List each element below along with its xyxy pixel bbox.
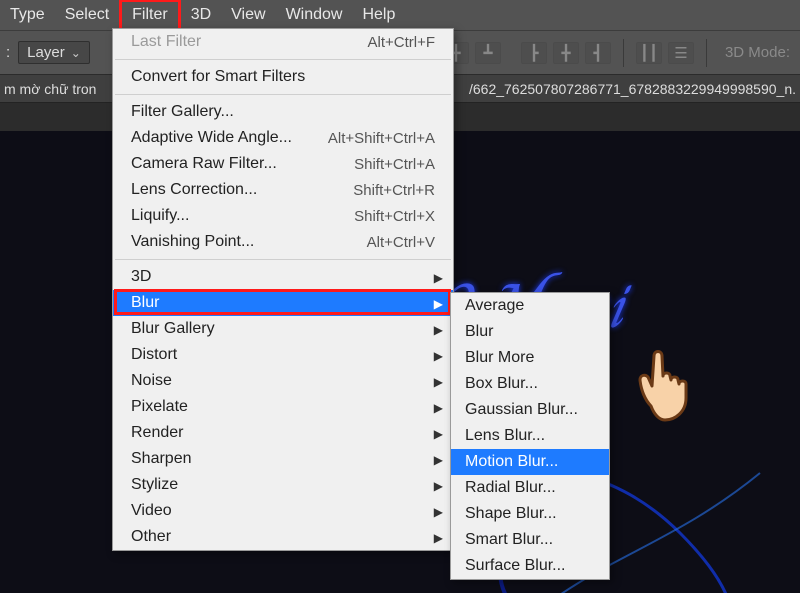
layer-dropdown-label: Layer [27, 44, 65, 61]
menu-distort-sub[interactable]: Distort▶ [113, 342, 453, 368]
menu-last-filter: Last Filter Alt+Ctrl+F [113, 29, 453, 55]
submenu-arrow-icon: ▶ [434, 505, 443, 519]
menu-stylize-sub[interactable]: Stylize▶ [113, 472, 453, 498]
submenu-gaussian-blur[interactable]: Gaussian Blur... [451, 397, 609, 423]
divider [706, 39, 707, 67]
align-bottom-icon[interactable]: ┻ [475, 42, 501, 64]
menu-separator [115, 259, 451, 260]
submenu-arrow-icon: ▶ [434, 427, 443, 441]
menu-filter[interactable]: Filter [119, 0, 181, 31]
menu-pixelate-sub[interactable]: Pixelate▶ [113, 394, 453, 420]
align-left-icon[interactable]: ┣ [521, 42, 547, 64]
menu-noise-sub[interactable]: Noise▶ [113, 368, 453, 394]
submenu-blur[interactable]: Blur [451, 319, 609, 345]
submenu-shape-blur[interactable]: Shape Blur... [451, 501, 609, 527]
submenu-arrow-icon: ▶ [434, 401, 443, 415]
submenu-arrow-icon: ▶ [434, 479, 443, 493]
menu-3d[interactable]: 3D [181, 2, 221, 28]
submenu-radial-blur[interactable]: Radial Blur... [451, 475, 609, 501]
submenu-arrow-icon: ▶ [434, 349, 443, 363]
menu-view[interactable]: View [221, 2, 275, 28]
distribute-h-icon[interactable]: ┃┃ [636, 42, 662, 64]
pointer-hand-icon [615, 332, 715, 432]
menu-separator [115, 59, 451, 60]
align-right-icon[interactable]: ┫ [585, 42, 611, 64]
menu-separator [115, 94, 451, 95]
filter-menu: Last Filter Alt+Ctrl+F Convert for Smart… [112, 28, 454, 551]
menu-convert-smart-filters[interactable]: Convert for Smart Filters [113, 64, 453, 90]
menubar: Type Select Filter 3D View Window Help [0, 0, 800, 30]
submenu-blur-more[interactable]: Blur More [451, 345, 609, 371]
menu-camera-raw-filter[interactable]: Camera Raw Filter... Shift+Ctrl+A [113, 151, 453, 177]
menu-help[interactable]: Help [352, 2, 405, 28]
tab-left-fragment: m mờ chữ tron [4, 81, 96, 97]
menu-video-sub[interactable]: Video▶ [113, 498, 453, 524]
menu-select[interactable]: Select [55, 2, 119, 28]
menu-sharpen-sub[interactable]: Sharpen▶ [113, 446, 453, 472]
menu-type[interactable]: Type [0, 2, 55, 28]
submenu-arrow-icon: ▶ [434, 453, 443, 467]
menu-adaptive-wide-angle[interactable]: Adaptive Wide Angle... Alt+Shift+Ctrl+A [113, 125, 453, 151]
mode-3d-label: 3D Mode: [719, 44, 796, 61]
menu-liquify[interactable]: Liquify... Shift+Ctrl+X [113, 203, 453, 229]
menu-window[interactable]: Window [276, 2, 353, 28]
blur-submenu: Average Blur Blur More Box Blur... Gauss… [450, 292, 610, 580]
menu-render-sub[interactable]: Render▶ [113, 420, 453, 446]
options-prefix: : [6, 44, 10, 61]
menu-other-sub[interactable]: Other▶ [113, 524, 453, 550]
submenu-arrow-icon: ▶ [434, 323, 443, 337]
chevron-down-icon: ⌄ [71, 46, 81, 60]
submenu-average[interactable]: Average [451, 293, 609, 319]
menu-filter-gallery[interactable]: Filter Gallery... [113, 99, 453, 125]
submenu-arrow-icon: ▶ [434, 531, 443, 545]
menu-lens-correction[interactable]: Lens Correction... Shift+Ctrl+R [113, 177, 453, 203]
menu-vanishing-point[interactable]: Vanishing Point... Alt+Ctrl+V [113, 229, 453, 255]
submenu-lens-blur[interactable]: Lens Blur... [451, 423, 609, 449]
submenu-arrow-icon: ▶ [434, 375, 443, 389]
submenu-arrow-icon: ▶ [434, 297, 443, 311]
align-hmid-icon[interactable]: ╋ [553, 42, 579, 64]
distribute-v-icon[interactable]: ☰ [668, 42, 694, 64]
submenu-box-blur[interactable]: Box Blur... [451, 371, 609, 397]
menu-blur-sub[interactable]: Blur▶ [113, 290, 453, 316]
divider [623, 39, 624, 67]
layer-dropdown[interactable]: Layer ⌄ [18, 41, 90, 64]
submenu-motion-blur[interactable]: Motion Blur... [451, 449, 609, 475]
menu-3d-sub[interactable]: 3D▶ [113, 264, 453, 290]
submenu-smart-blur[interactable]: Smart Blur... [451, 527, 609, 553]
tab-right-fragment: /662_762507807286771_6782883229949998590… [469, 81, 796, 97]
menu-blur-gallery-sub[interactable]: Blur Gallery▶ [113, 316, 453, 342]
submenu-surface-blur[interactable]: Surface Blur... [451, 553, 609, 579]
submenu-arrow-icon: ▶ [434, 271, 443, 285]
